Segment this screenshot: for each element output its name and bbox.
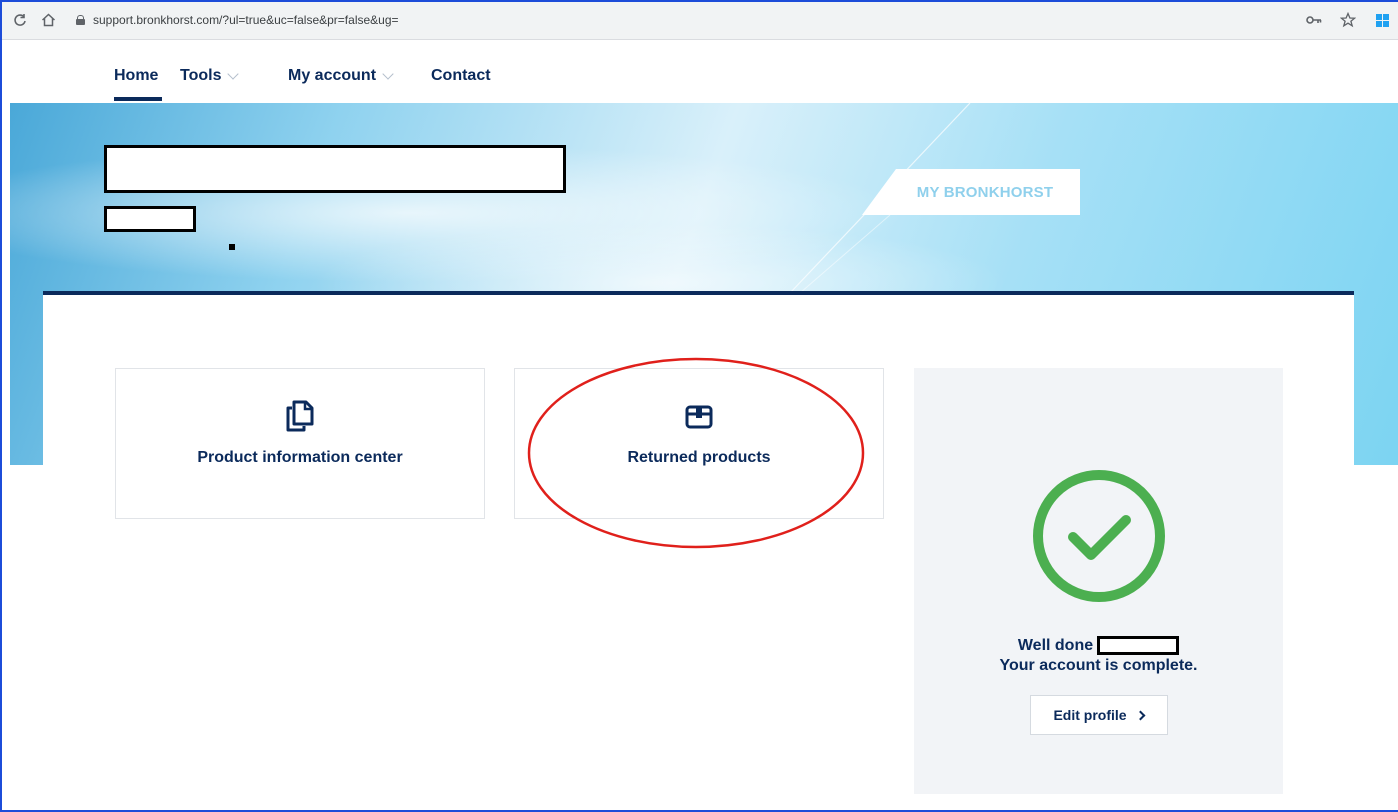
windows-extension-icon[interactable] — [1368, 6, 1396, 34]
box-icon — [685, 405, 713, 429]
active-tab-indicator — [114, 97, 162, 101]
chevron-down-icon — [382, 68, 394, 80]
lock-icon — [76, 14, 85, 25]
nav-my-account[interactable]: My account — [288, 67, 394, 85]
nav-tools-label: Tools — [180, 67, 222, 84]
browser-toolbar: support.bronkhorst.com/?ul=true&uc=false… — [0, 0, 1398, 40]
check-circle-icon — [1032, 470, 1165, 602]
documents-icon — [286, 400, 314, 432]
nav-tools[interactable]: Tools — [180, 67, 240, 85]
my-bronkhorst-badge: MY BRONKHORST — [862, 169, 1080, 215]
tile-returned-products[interactable]: Returned products — [514, 368, 884, 519]
account-complete-text: Your account is complete. — [999, 657, 1198, 674]
key-icon[interactable] — [1300, 6, 1328, 34]
panel-top-border — [43, 291, 1354, 295]
tile-product-information-center[interactable]: Product information center — [115, 368, 485, 519]
main-nav: Home Tools My account Contact — [0, 41, 1398, 103]
star-icon[interactable] — [1334, 6, 1362, 34]
nav-my-account-label: My account — [288, 67, 377, 84]
reload-icon[interactable] — [6, 6, 34, 34]
redacted-user-name — [1097, 636, 1180, 655]
chevron-down-icon — [227, 68, 240, 80]
nav-home-label: Home — [114, 67, 159, 84]
address-bar[interactable]: support.bronkhorst.com/?ul=true&uc=false… — [68, 5, 1258, 34]
redacted-name-box — [104, 145, 566, 193]
tile-label: Returned products — [627, 449, 771, 466]
well-done-line: Well done — [1017, 636, 1180, 655]
nav-contact-label: Contact — [431, 67, 491, 84]
tile-label: Product information center — [197, 449, 403, 466]
punctuation-mark — [229, 244, 235, 250]
edit-profile-label: Edit profile — [1053, 707, 1127, 723]
url-text: support.bronkhorst.com/?ul=true&uc=false… — [93, 12, 399, 27]
well-done-text: Well done — [1017, 636, 1094, 654]
home-icon[interactable] — [34, 6, 62, 34]
nav-contact[interactable]: Contact — [431, 67, 491, 85]
chevron-right-icon — [1135, 710, 1146, 720]
redacted-company-box — [104, 206, 196, 232]
nav-home[interactable]: Home — [114, 67, 158, 85]
account-status-card: Well done Your account is complete. Edit… — [914, 368, 1283, 794]
edit-profile-button[interactable]: Edit profile — [1029, 695, 1168, 735]
